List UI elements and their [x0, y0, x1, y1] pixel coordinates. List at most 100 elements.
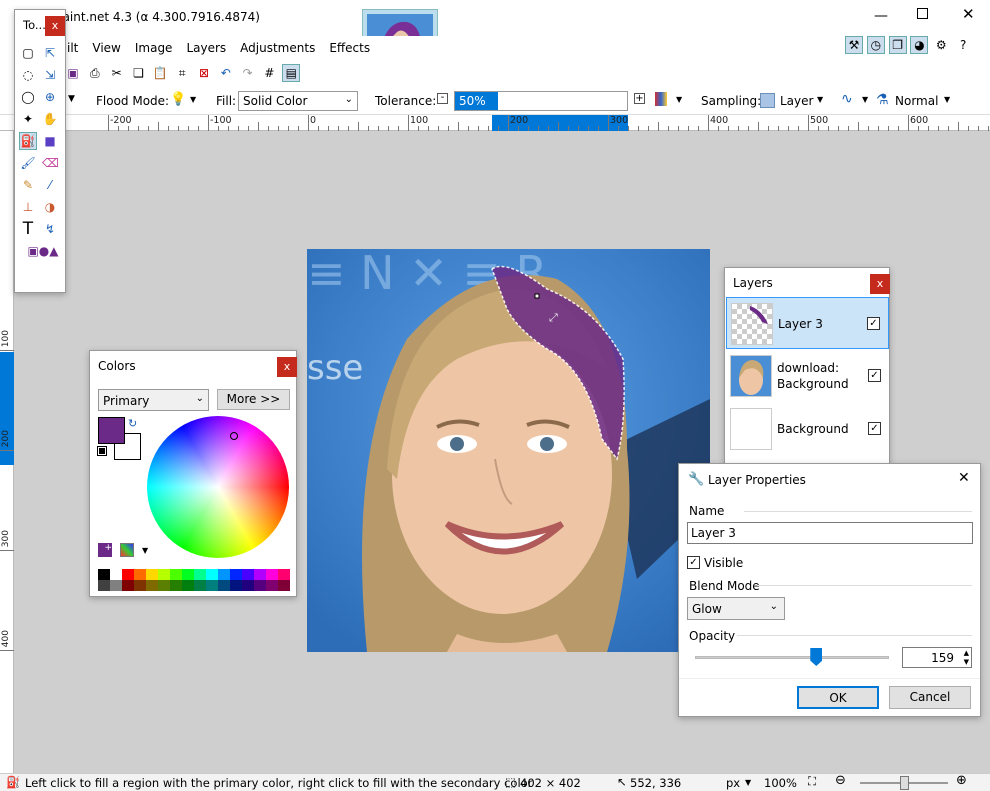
- primary-color-swatch[interactable]: [98, 417, 125, 444]
- cut-icon[interactable]: ✂: [108, 64, 126, 82]
- tools-close-button[interactable]: x: [45, 16, 65, 36]
- ok-button[interactable]: OK: [797, 686, 879, 709]
- swap-colors-icon[interactable]: ↻: [128, 417, 137, 430]
- rectangle-select-icon[interactable]: ▢: [19, 44, 37, 62]
- crop-icon[interactable]: ⌗: [173, 64, 191, 82]
- layer-row-layer3[interactable]: Layer 3 ✓: [726, 297, 889, 349]
- palette-swatch[interactable]: [146, 569, 158, 580]
- palette-swatch[interactable]: [254, 569, 266, 580]
- color-wheel[interactable]: [147, 416, 289, 558]
- flood-mode-icon[interactable]: 💡: [170, 92, 186, 107]
- close-icon[interactable]: ✕: [962, 5, 975, 23]
- menu-layers[interactable]: Layers: [179, 36, 233, 60]
- palette-swatch[interactable]: [206, 580, 218, 591]
- palette-swatch[interactable]: [110, 569, 122, 580]
- spinner-icon[interactable]: ▲ ▼: [964, 649, 969, 667]
- rulers-icon[interactable]: ▤: [282, 64, 301, 82]
- layers-window-icon[interactable]: ❐: [888, 36, 907, 54]
- gradient-icon[interactable]: ■: [41, 132, 59, 150]
- layers-close-button[interactable]: x: [870, 274, 890, 294]
- copy-icon[interactable]: ❏: [129, 64, 147, 82]
- palette-swatch[interactable]: [170, 569, 182, 580]
- palette-swatch[interactable]: [170, 580, 182, 591]
- colors-window-icon[interactable]: ◕: [910, 36, 929, 54]
- curve-dropdown-icon[interactable]: ▼: [862, 95, 868, 104]
- shapes-icon[interactable]: ▣●▲: [25, 242, 61, 260]
- tolerance-decrease-icon[interactable]: -: [437, 93, 448, 104]
- layer-visible-checkbox[interactable]: ✓: [868, 369, 881, 382]
- sampling-value[interactable]: Layer: [780, 94, 813, 108]
- antialias-dropdown-icon[interactable]: ▼: [676, 95, 682, 104]
- save-icon[interactable]: ▣: [64, 64, 82, 82]
- text-tool-icon[interactable]: T: [19, 220, 37, 238]
- ellipse-select-icon[interactable]: ◯: [19, 88, 37, 106]
- opacity-input[interactable]: 159 ▲ ▼: [902, 647, 972, 668]
- visible-checkbox[interactable]: ✓: [687, 556, 700, 569]
- magic-wand-icon[interactable]: ✦: [19, 110, 37, 128]
- menu-adjustments[interactable]: Adjustments: [233, 36, 322, 60]
- tools-window-icon[interactable]: ⚒: [845, 36, 863, 54]
- units[interactable]: px: [726, 776, 740, 790]
- color-mode-select[interactable]: Primary ⌄: [98, 389, 209, 411]
- fill-select[interactable]: Solid Color ⌄: [238, 91, 358, 111]
- history-window-icon[interactable]: ◷: [866, 36, 885, 54]
- grid-icon[interactable]: #: [260, 64, 278, 82]
- layer-row-background[interactable]: Background ✓: [726, 403, 889, 455]
- antialias-icon[interactable]: [655, 92, 667, 106]
- flood-mode-dropdown-icon[interactable]: ▼: [190, 95, 196, 104]
- add-to-palette-icon[interactable]: +: [98, 543, 112, 557]
- layer-visible-checkbox[interactable]: ✓: [868, 422, 881, 435]
- canvas-image[interactable]: ≡ N ✕ ≡ R sse ⤢: [307, 249, 710, 652]
- settings-gear-icon[interactable]: ⚙: [932, 36, 950, 54]
- dialog-close-icon[interactable]: ✕: [958, 470, 970, 486]
- layer-row-download-background[interactable]: download: Background ✓: [726, 350, 889, 402]
- palette-icon[interactable]: [120, 543, 134, 557]
- zoom-slider-thumb[interactable]: [900, 776, 909, 790]
- paste-icon[interactable]: 📋: [151, 64, 169, 82]
- opacity-slider[interactable]: [695, 648, 889, 666]
- pencil-icon[interactable]: ✎: [19, 176, 37, 194]
- blend-mode-select[interactable]: Glow ⌄: [687, 597, 785, 620]
- color-palette[interactable]: [98, 569, 290, 592]
- palette-swatch[interactable]: [98, 569, 110, 580]
- minimize-icon[interactable]: —: [874, 8, 888, 24]
- layer-visible-checkbox[interactable]: ✓: [867, 317, 880, 330]
- reset-colors-icon[interactable]: [97, 446, 107, 456]
- line-curve-icon[interactable]: ↯: [41, 220, 59, 238]
- palette-swatch[interactable]: [230, 580, 242, 591]
- zoom-in-icon[interactable]: ⊕: [956, 773, 967, 788]
- zoom-fit-icon[interactable]: ⛶: [808, 774, 816, 789]
- palette-swatch[interactable]: [194, 569, 206, 580]
- print-icon[interactable]: ⎙: [86, 64, 104, 82]
- opacity-slider-thumb[interactable]: [810, 648, 823, 666]
- palette-swatch[interactable]: [134, 580, 146, 591]
- layer-name-input[interactable]: Layer 3: [687, 522, 973, 544]
- palette-swatch[interactable]: [206, 569, 218, 580]
- move-selected-icon[interactable]: ⇲: [41, 66, 59, 84]
- palette-swatch[interactable]: [242, 580, 254, 591]
- help-icon[interactable]: ?: [954, 36, 972, 54]
- colors-close-button[interactable]: x: [277, 357, 297, 377]
- pan-hand-icon[interactable]: ✋: [41, 110, 59, 128]
- recolor-icon[interactable]: ◑: [41, 198, 59, 216]
- paintbrush-icon[interactable]: 🖌: [19, 154, 37, 172]
- undo-icon[interactable]: ↶: [217, 64, 235, 82]
- more-colors-button[interactable]: More >>: [217, 389, 290, 410]
- tolerance-slider[interactable]: 50%: [454, 91, 628, 111]
- palette-swatch[interactable]: [278, 569, 290, 580]
- cancel-button[interactable]: Cancel: [889, 686, 971, 709]
- palette-swatch[interactable]: [266, 569, 278, 580]
- paint-bucket-icon[interactable]: ⛽: [19, 132, 37, 150]
- palette-swatch[interactable]: [158, 569, 170, 580]
- palette-swatch[interactable]: [182, 569, 194, 580]
- zoom-slider[interactable]: [860, 776, 948, 790]
- blend-value[interactable]: Normal: [895, 94, 938, 108]
- move-selection-icon[interactable]: ⇱: [41, 44, 59, 62]
- tolerance-increase-icon[interactable]: +: [634, 93, 645, 104]
- menu-view[interactable]: View: [85, 36, 127, 60]
- tool-dropdown-icon[interactable]: ▼: [68, 94, 75, 104]
- eraser-icon[interactable]: ⌫: [41, 154, 59, 172]
- palette-swatch[interactable]: [122, 580, 134, 591]
- palette-swatch[interactable]: [98, 580, 110, 591]
- palette-swatch[interactable]: [218, 580, 230, 591]
